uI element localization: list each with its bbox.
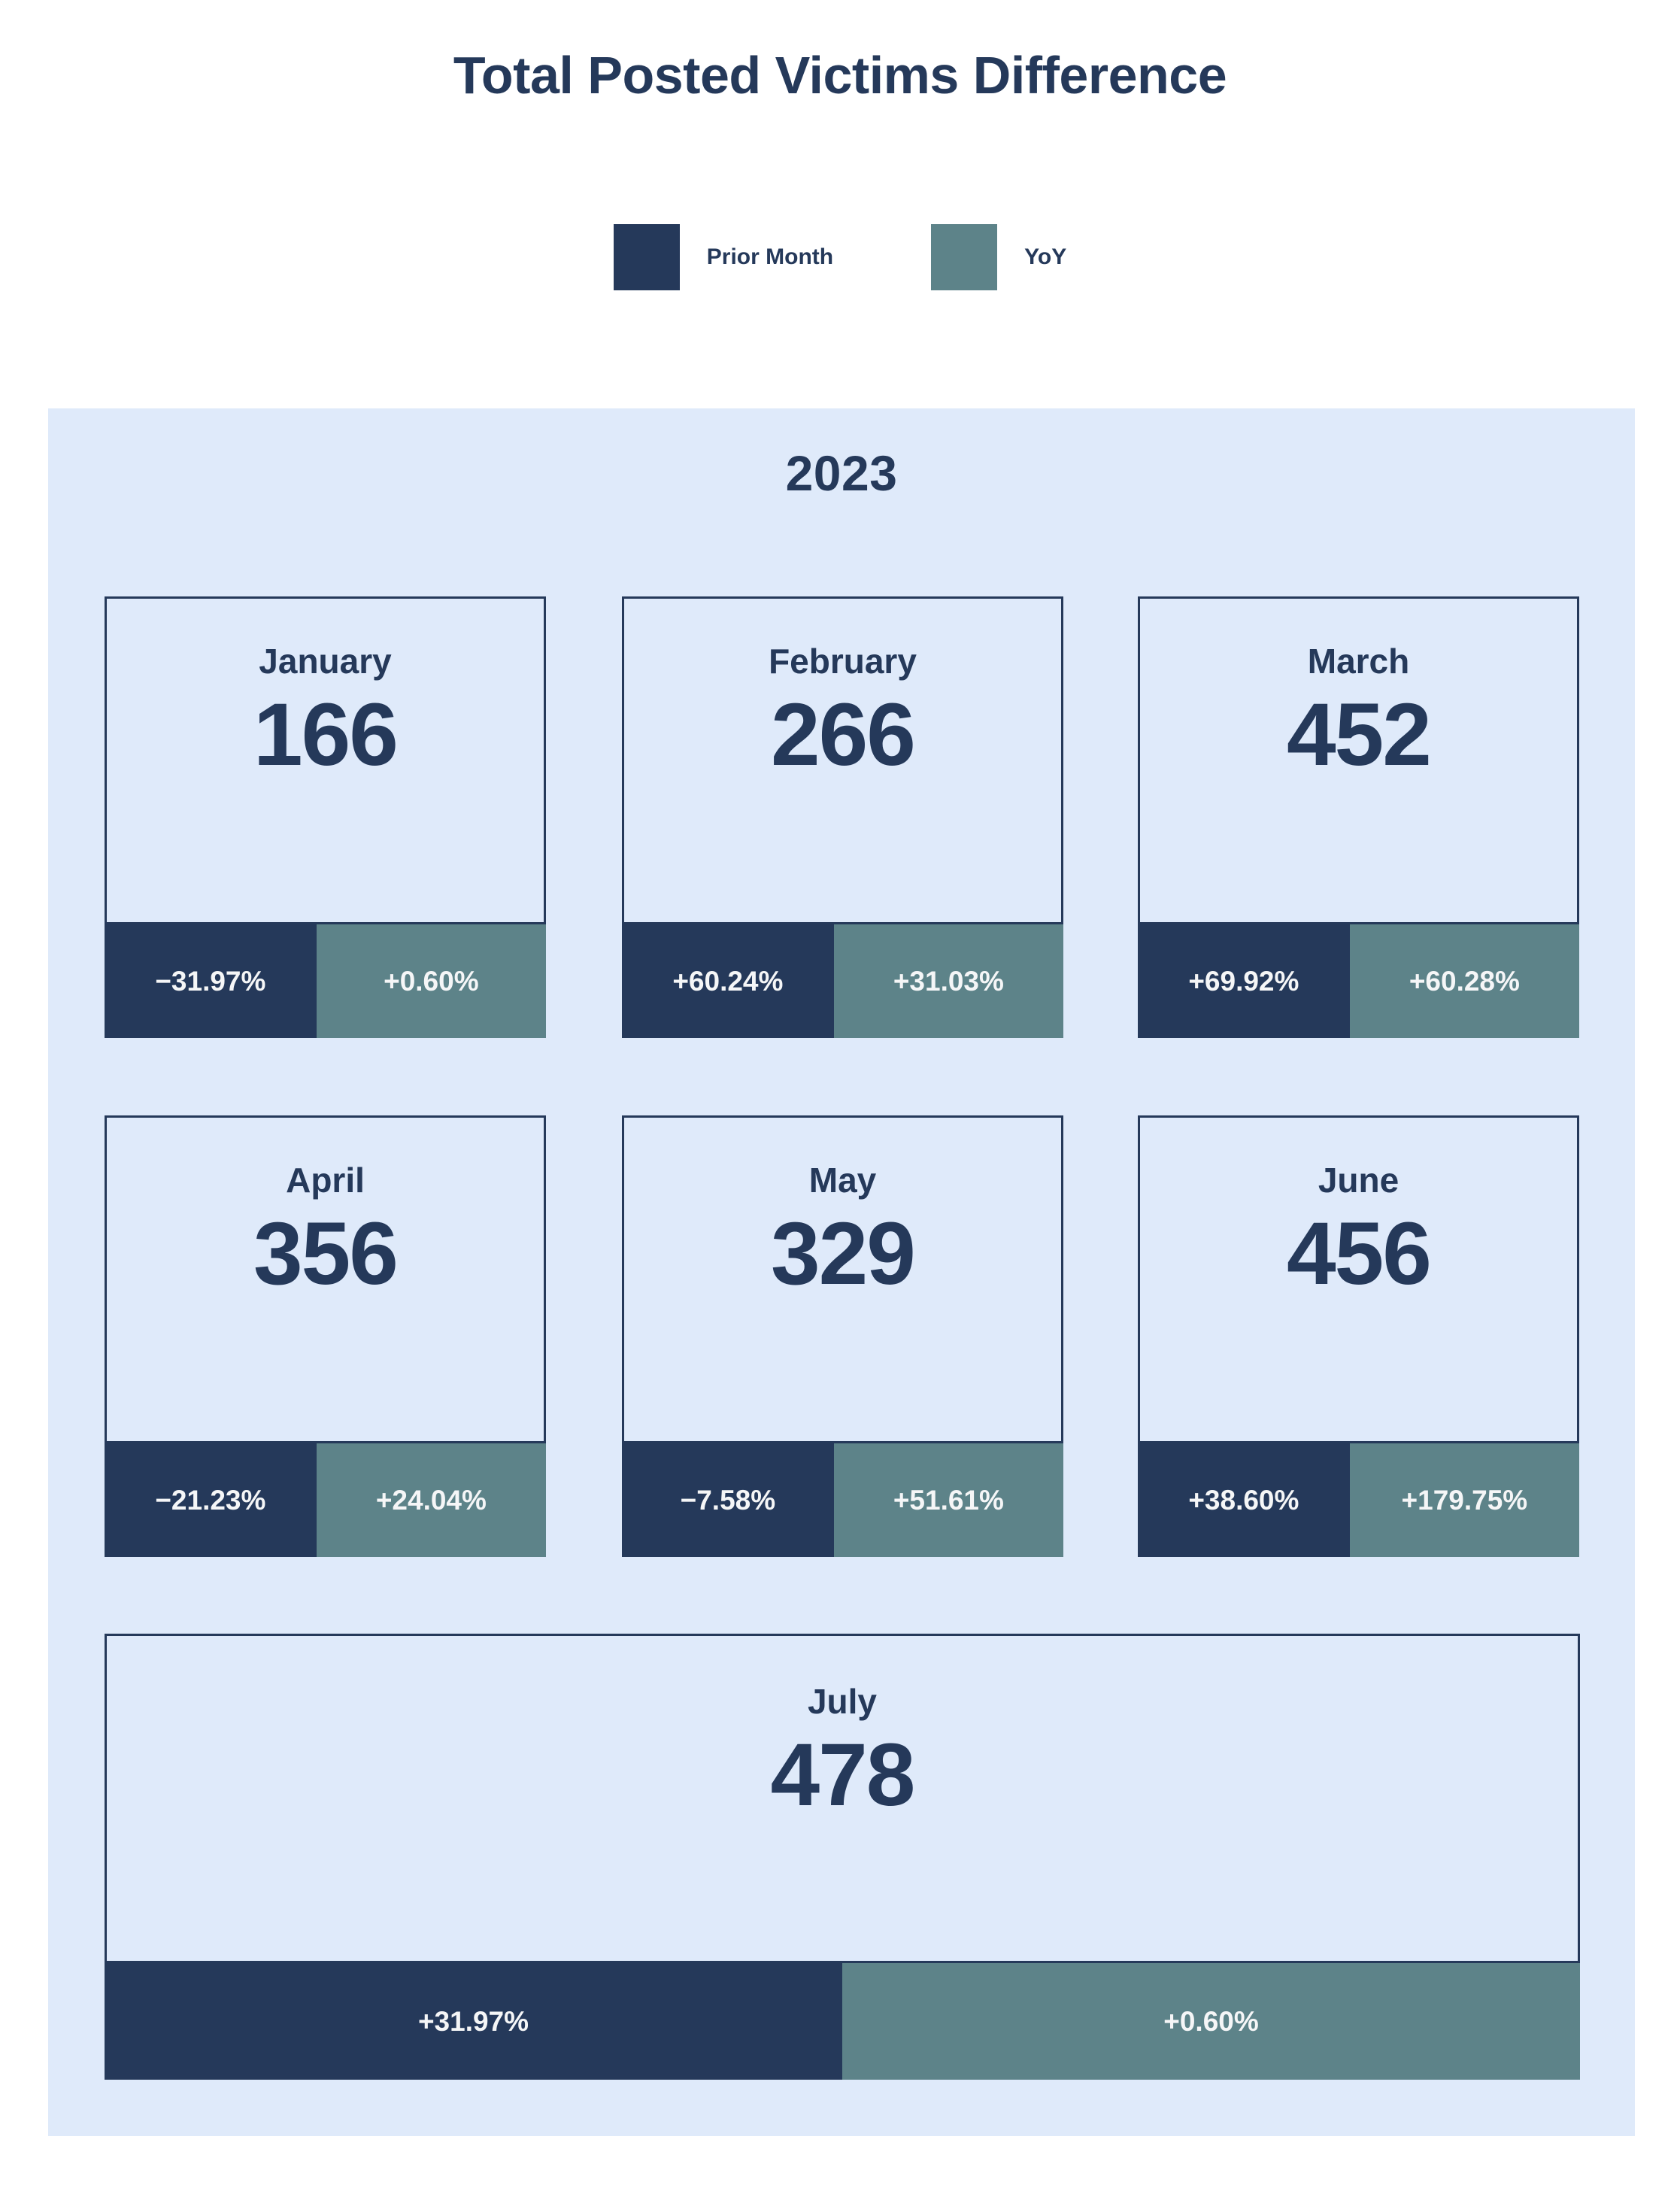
- card-body-march: March 452: [1138, 596, 1579, 924]
- metric-card-january[interactable]: January 166 −31.97% +0.60%: [105, 596, 546, 1038]
- bar-yoy-january[interactable]: +0.60%: [316, 924, 546, 1038]
- bar-yoy-february[interactable]: +31.03%: [833, 924, 1063, 1038]
- card-value-january: 166: [253, 685, 399, 784]
- bar-prior-month-value-april: −21.23%: [155, 1484, 266, 1516]
- legend-item-yoy: YoY: [931, 224, 1066, 290]
- bar-prior-month-value-may: −7.58%: [680, 1484, 776, 1516]
- bar-prior-month-april[interactable]: −21.23%: [105, 1443, 317, 1557]
- card-value-june: 456: [1287, 1204, 1432, 1303]
- bar-prior-month-value-february: +60.24%: [672, 965, 784, 997]
- bar-prior-month-february[interactable]: +60.24%: [622, 924, 834, 1038]
- card-bar-july: +31.97% +0.60%: [105, 1963, 1580, 2080]
- card-month-may: May: [808, 1161, 877, 1200]
- bar-yoy-may[interactable]: +51.61%: [833, 1443, 1063, 1557]
- bar-yoy-value-february: +31.03%: [893, 965, 1004, 997]
- bar-yoy-april[interactable]: +24.04%: [316, 1443, 546, 1557]
- bar-yoy-march[interactable]: +60.28%: [1349, 924, 1579, 1038]
- card-body-may: May 329: [622, 1115, 1063, 1443]
- year-panel: 2023 January 166 −31.97% +0.60% February…: [48, 408, 1635, 2136]
- bar-yoy-june[interactable]: +179.75%: [1349, 1443, 1579, 1557]
- card-body-january: January 166: [105, 596, 546, 924]
- prior-month-swatch-icon: [613, 224, 680, 290]
- metric-card-june[interactable]: June 456 +38.60% +179.75%: [1138, 1115, 1579, 1557]
- card-month-january: January: [259, 642, 392, 681]
- card-body-february: February 266: [622, 596, 1063, 924]
- bar-yoy-value-june: +179.75%: [1401, 1484, 1528, 1516]
- card-bar-june: +38.60% +179.75%: [1138, 1443, 1579, 1557]
- card-body-july: July 478: [105, 1634, 1580, 1963]
- page-title: Total Posted Victims Difference: [453, 46, 1227, 105]
- bar-yoy-july[interactable]: +0.60%: [842, 1963, 1580, 2080]
- card-month-july: July: [807, 1682, 878, 1721]
- bar-prior-month-march[interactable]: +69.92%: [1138, 924, 1350, 1038]
- card-month-april: April: [286, 1161, 365, 1200]
- card-month-june: June: [1318, 1161, 1399, 1200]
- card-value-july: 478: [770, 1725, 916, 1825]
- card-bar-april: −21.23% +24.04%: [105, 1443, 546, 1557]
- card-month-february: February: [769, 642, 917, 681]
- card-value-april: 356: [253, 1204, 399, 1303]
- card-bar-january: −31.97% +0.60%: [105, 924, 546, 1038]
- card-value-february: 266: [771, 685, 916, 784]
- card-body-april: April 356: [105, 1115, 546, 1443]
- metric-card-february[interactable]: February 266 +60.24% +31.03%: [622, 596, 1063, 1038]
- bar-prior-month-value-march: +69.92%: [1188, 965, 1299, 997]
- bar-prior-month-value-july: +31.97%: [417, 2005, 529, 2037]
- card-body-june: June 456: [1138, 1115, 1579, 1443]
- bar-yoy-value-april: +24.04%: [375, 1484, 487, 1516]
- legend: Prior Month YoY: [0, 224, 1680, 290]
- card-bar-february: +60.24% +31.03%: [622, 924, 1063, 1038]
- card-bar-may: −7.58% +51.61%: [622, 1443, 1063, 1557]
- card-value-may: 329: [771, 1204, 916, 1303]
- metric-card-april[interactable]: April 356 −21.23% +24.04%: [105, 1115, 546, 1557]
- metric-card-may[interactable]: May 329 −7.58% +51.61%: [622, 1115, 1063, 1557]
- yoy-swatch-icon: [931, 224, 998, 290]
- card-value-march: 452: [1287, 685, 1432, 784]
- legend-label-yoy: YoY: [1024, 244, 1067, 269]
- legend-label-prior-month: Prior Month: [706, 244, 834, 269]
- bar-prior-month-value-january: −31.97%: [155, 965, 266, 997]
- bar-yoy-value-march: +60.28%: [1409, 965, 1520, 997]
- card-month-march: March: [1307, 642, 1410, 681]
- metric-card-march[interactable]: March 452 +69.92% +60.28%: [1138, 596, 1579, 1038]
- legend-item-prior-month: Prior Month: [613, 224, 834, 290]
- metric-card-july[interactable]: July 478 +31.97% +0.60%: [105, 1634, 1580, 2080]
- card-bar-march: +69.92% +60.28%: [1138, 924, 1579, 1038]
- bar-prior-month-value-june: +38.60%: [1188, 1484, 1299, 1516]
- bar-yoy-value-july: +0.60%: [1163, 2005, 1259, 2037]
- bar-prior-month-january[interactable]: −31.97%: [105, 924, 317, 1038]
- bar-yoy-value-may: +51.61%: [893, 1484, 1004, 1516]
- bar-yoy-value-january: +0.60%: [384, 965, 479, 997]
- bar-prior-month-july[interactable]: +31.97%: [105, 1963, 842, 2080]
- panel-year-heading: 2023: [785, 445, 898, 501]
- bar-prior-month-june[interactable]: +38.60%: [1138, 1443, 1350, 1557]
- bar-prior-month-may[interactable]: −7.58%: [622, 1443, 834, 1557]
